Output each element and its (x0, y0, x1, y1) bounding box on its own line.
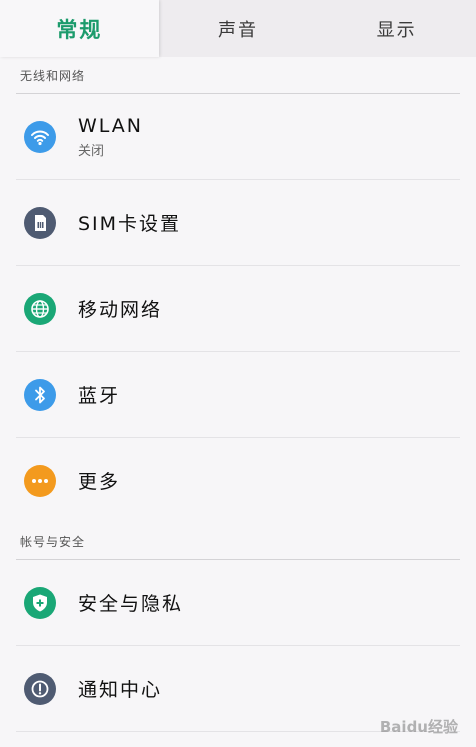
settings-screen: 常规 声音 显示 无线和网络 WLAN 关闭 SIM卡设置 移动网络 蓝牙 更多… (0, 0, 476, 747)
alert-icon (24, 672, 56, 705)
shield-icon (24, 586, 56, 619)
settings-item-bluetooth[interactable]: 蓝牙 (16, 352, 460, 438)
wifi-icon (24, 120, 56, 153)
settings-item-label: WLAN (78, 114, 144, 137)
section-header-network: 无线和网络 (16, 57, 460, 94)
settings-item-sim[interactable]: SIM卡设置 (16, 180, 460, 266)
watermark-logo: Baidu经验 (379, 718, 458, 736)
settings-item-mobile-network[interactable]: 移动网络 (16, 266, 460, 352)
settings-item-label: 更多 (78, 471, 121, 493)
wlan-status: 关闭 (78, 143, 105, 159)
settings-item-label: 移动网络 (78, 299, 163, 321)
settings-item-label: 蓝牙 (78, 385, 121, 407)
section-header-account: 帐号与安全 (16, 523, 460, 560)
settings-item-label: 安全与隐私 (78, 593, 184, 615)
settings-item-more[interactable]: 更多 (16, 438, 460, 523)
wlan-text: WLAN 关闭 (78, 115, 143, 159)
settings-item-security[interactable]: 安全与隐私 (16, 560, 460, 646)
tab-display[interactable]: 显示 (317, 0, 476, 57)
more-dots-icon (24, 464, 56, 497)
tab-sound[interactable]: 声音 (159, 0, 318, 57)
globe-icon (24, 292, 56, 325)
settings-item-label: 通知中心 (78, 679, 163, 701)
tab-bar: 常规 声音 显示 (0, 0, 476, 57)
bluetooth-icon (24, 378, 56, 411)
sim-card-icon (24, 206, 56, 239)
tab-general[interactable]: 常规 (0, 0, 159, 57)
settings-item-label: SIM卡设置 (78, 213, 182, 235)
settings-item-wlan[interactable]: WLAN 关闭 (16, 94, 460, 180)
